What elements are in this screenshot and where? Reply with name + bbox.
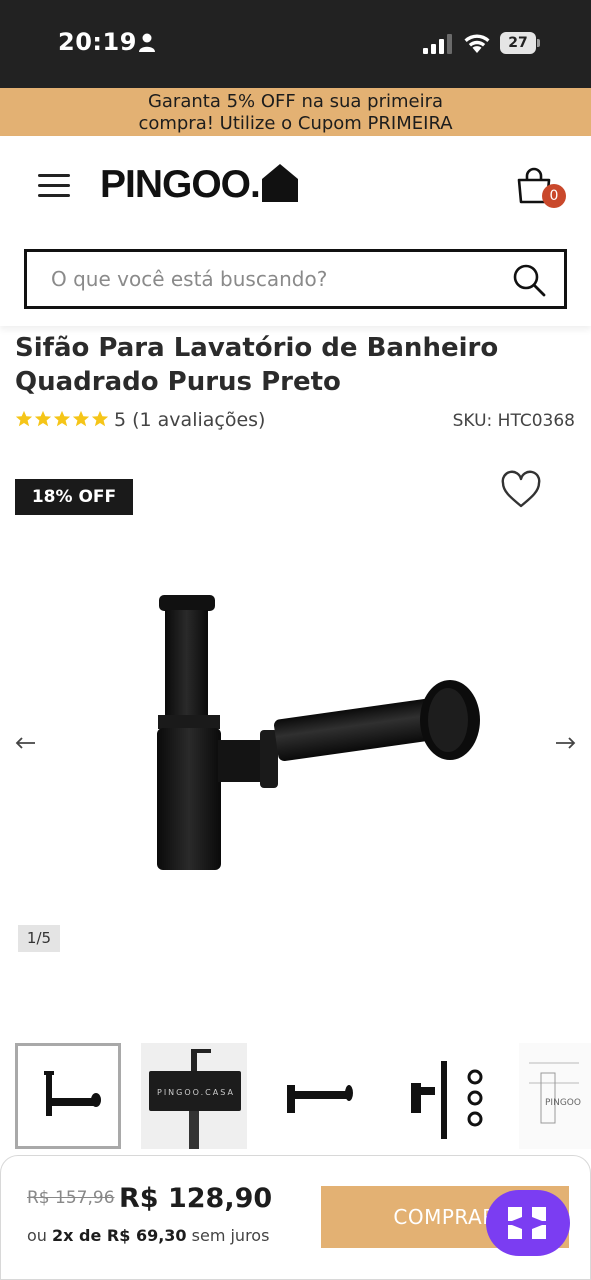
chat-button[interactable] (486, 1190, 570, 1256)
image-pager: 1/5 (18, 925, 60, 952)
discount-badge: 18% OFF (15, 479, 133, 515)
rating-text[interactable]: 5 (1 avaliações) (114, 409, 265, 431)
star-icon (72, 410, 90, 427)
thumbnail-2-image: PINGOO.CASA (141, 1043, 247, 1149)
thumbnail-1-image (44, 1071, 101, 1116)
star-rating[interactable] (15, 410, 109, 428)
arrow-right-icon[interactable] (554, 735, 576, 751)
buy-bar: R$ 157,96 R$ 128,90 ou 2x de R$ 69,30 se… (0, 1155, 591, 1280)
product-title: Sifão Para Lavatório de Banheiro Quadrad… (15, 333, 499, 397)
site-header: PINGOO. 0 (0, 136, 591, 326)
thumbnail-1[interactable] (15, 1043, 121, 1149)
chat-icon (508, 1207, 546, 1239)
search-input[interactable] (51, 264, 491, 294)
svg-text:PINGOO.CASA: PINGOO.CASA (157, 1088, 235, 1097)
thumbnail-strip: PINGOO.CASA PINGOO (15, 1043, 591, 1149)
logo-text: PINGOO. (100, 163, 261, 206)
heart-icon[interactable] (500, 470, 542, 510)
battery-icon: 27 (500, 32, 540, 54)
thumbnail-3[interactable] (267, 1043, 373, 1149)
installments-info: ou 2x de R$ 69,30 sem juros (27, 1226, 269, 1245)
rating-row: 5 (1 avaliações) SKU: HTC0368 (15, 408, 575, 436)
wifi-icon (464, 34, 490, 53)
house-logo-icon (261, 164, 298, 202)
cart-count-badge: 0 (542, 184, 566, 208)
product-sku: SKU: HTC0368 (452, 411, 575, 431)
old-price: R$ 157,96 (27, 1188, 115, 1208)
thumbnail-3-image (287, 1085, 353, 1113)
thumbnail-4-image (411, 1061, 483, 1139)
star-icon (34, 410, 52, 427)
svg-text:PINGOO: PINGOO (545, 1098, 581, 1108)
status-time: 20:19 (58, 28, 137, 56)
promo-line-1: Garanta 5% OFF na sua primeira (147, 91, 444, 112)
promo-banner: Garanta 5% OFF na sua primeira compra! U… (0, 88, 591, 136)
installments-prefix: ou (27, 1226, 53, 1245)
star-icon (53, 410, 71, 427)
promo-line-2: compra! Utilize o Cupom PRIMEIRA (138, 113, 453, 134)
installments-amount: 2x de R$ 69,30 (52, 1226, 187, 1245)
star-icon (15, 410, 33, 427)
current-price: R$ 128,90 (119, 1183, 273, 1214)
thumbnail-4[interactable] (393, 1043, 499, 1149)
product-image[interactable] (130, 580, 500, 880)
battery-level: 27 (500, 32, 536, 54)
signal-icon (423, 34, 452, 54)
search-bar (24, 249, 567, 309)
search-icon[interactable] (511, 262, 547, 298)
thumbnail-5-image: PINGOO (519, 1043, 591, 1149)
site-logo[interactable]: PINGOO. (100, 162, 299, 208)
hamburger-menu-button[interactable] (36, 170, 72, 200)
thumbnail-5[interactable]: PINGOO (519, 1043, 591, 1149)
person-icon (139, 33, 155, 52)
status-bar: 20:19 27 (0, 0, 591, 88)
thumbnail-2[interactable]: PINGOO.CASA (141, 1043, 247, 1149)
arrow-left-icon[interactable] (15, 735, 37, 751)
star-icon (91, 410, 109, 427)
cart-button[interactable]: 0 (514, 166, 568, 210)
installments-suffix: sem juros (186, 1226, 270, 1245)
